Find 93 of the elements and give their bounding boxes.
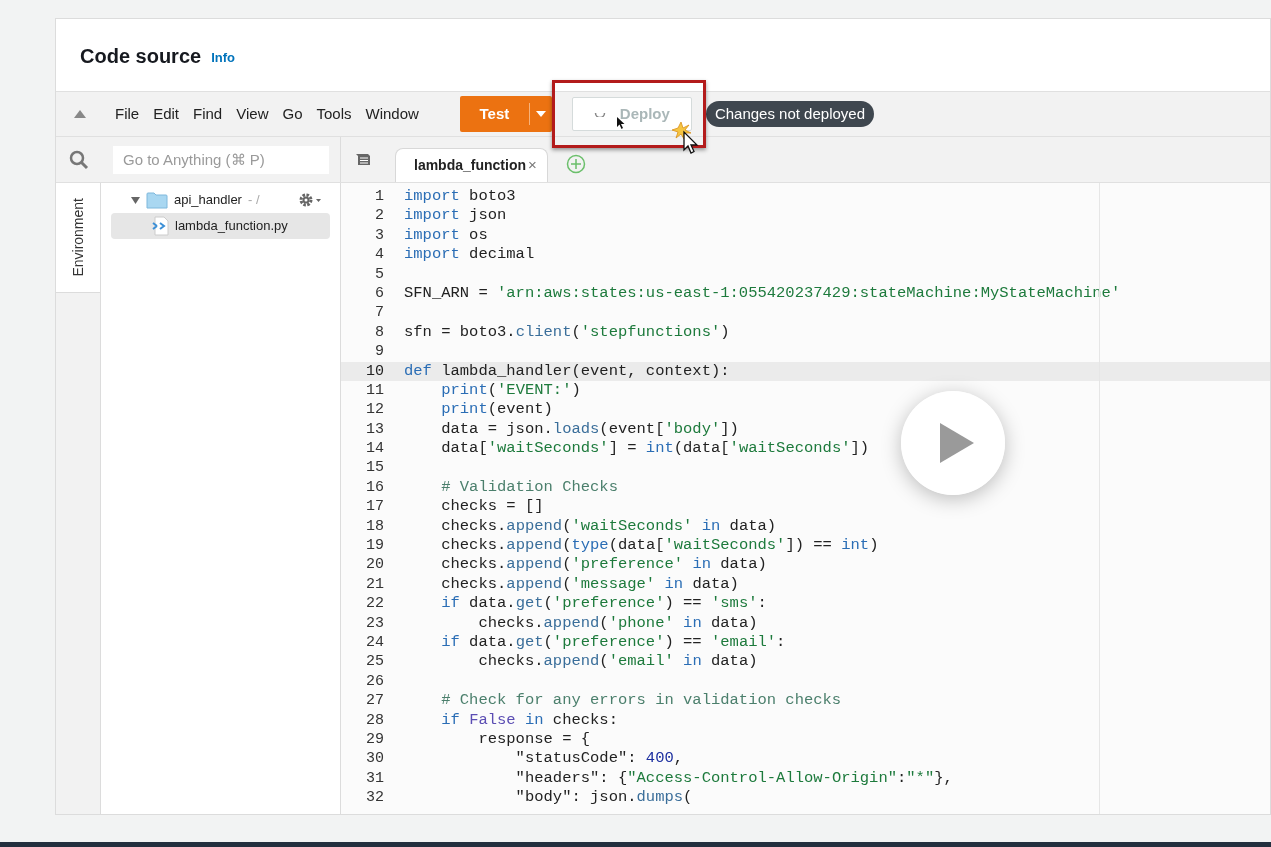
folder-row[interactable]: api_handler - / <box>111 187 330 213</box>
add-tab-icon[interactable] <box>565 154 586 174</box>
code-line: checks.append('preference' in data) <box>440 555 767 575</box>
status-badge: Changes not deployed <box>705 101 874 127</box>
tab-close[interactable]: × <box>528 154 537 177</box>
info-link[interactable]: Info <box>211 48 235 68</box>
line-number: 2 <box>374 206 384 226</box>
code-line: if data.get('preference') == 'sms': <box>440 594 767 614</box>
caret-icon <box>131 196 140 204</box>
code-line: print(event) <box>440 400 553 420</box>
menu-item[interactable]: Go <box>275 102 310 126</box>
line-number: 22 <box>365 594 384 614</box>
code-line: "headers": {"Access-Control-Allow-Origin":"*"}, <box>514 768 953 789</box>
folder-icon <box>146 191 168 209</box>
code-line: print('EVENT:') <box>440 380 581 401</box>
line-number: 18 <box>365 516 384 537</box>
code-line: response = { <box>477 729 591 750</box>
line-number: 27 <box>365 691 384 711</box>
search-icon[interactable] <box>69 149 89 170</box>
line-number: 4 <box>374 245 384 265</box>
line-number: 26 <box>365 671 384 692</box>
code-line: checks.append(type(data['waitSeconds']) == int) <box>440 536 879 556</box>
line-number: 32 <box>365 788 384 808</box>
code-line: "body": json.dumps( <box>514 788 693 808</box>
line-number: 17 <box>365 497 384 517</box>
code-line: data = json.loads(event['body']) <box>440 419 739 440</box>
code-line: checks.append('message' in data) <box>440 574 739 595</box>
line-number: 25 <box>365 652 384 672</box>
code-line: import decimal <box>404 245 535 265</box>
folder-path: - / <box>247 191 260 210</box>
code-line: checks.append('phone' in data) <box>477 613 758 633</box>
side-tab-label: Environment <box>68 198 87 277</box>
folder-name: api_handler <box>174 191 242 210</box>
menu-item[interactable]: Window <box>358 102 426 126</box>
code-line: SFN_ARN = 'arn:aws:states:us-east-1:055420237429:stateMachine:MyStateMachine' <box>404 283 1121 304</box>
line-number: 9 <box>374 342 384 362</box>
menu-item[interactable]: Tools <box>309 102 359 126</box>
line-number: 29 <box>365 729 384 750</box>
line-number: 7 <box>374 303 384 323</box>
line-number: 12 <box>365 400 384 420</box>
play-icon <box>940 423 974 463</box>
line-number: 19 <box>365 536 384 556</box>
menu-item[interactable]: Find <box>186 102 230 126</box>
panel-title: Code source <box>80 44 202 69</box>
code-line: "statusCode": 400, <box>514 749 684 769</box>
line-number: 16 <box>365 477 384 498</box>
line-number: 1 <box>374 187 384 207</box>
side-tab[interactable]: Environment <box>56 183 100 293</box>
line-number: 8 <box>374 322 384 343</box>
menu-item[interactable]: File <box>108 102 147 126</box>
line-number: 6 <box>374 283 384 304</box>
collapse-icon[interactable] <box>74 110 86 118</box>
tab-label: lambda_function <box>414 156 526 175</box>
code-line: sfn = boto3.client('stepfunctions') <box>404 322 730 343</box>
code-line: data['waitSeconds'] = int(data['waitSeconds']) <box>440 439 870 459</box>
code-line: import os <box>404 225 488 246</box>
tab-list-icon[interactable] <box>355 152 371 166</box>
line-number: 13 <box>365 419 384 440</box>
line-number: 23 <box>365 613 384 633</box>
line-number: 14 <box>365 439 384 459</box>
code-line: # Check for any errors in validation checks <box>440 691 842 711</box>
code-editor[interactable] <box>341 183 1270 814</box>
code-line: def lambda_handler(event, context): <box>404 361 730 381</box>
search-field[interactable]: Go to Anything (⌘ P) <box>113 145 329 174</box>
code-line: checks = [] <box>440 497 544 517</box>
line-number: 20 <box>365 555 384 575</box>
line-number: 3 <box>374 225 384 246</box>
code-line: import json <box>404 206 507 226</box>
play-button[interactable] <box>901 391 1005 495</box>
line-number: 31 <box>365 768 384 789</box>
line-number: 10 <box>365 361 384 381</box>
dropdown-caret-icon[interactable] <box>535 111 546 117</box>
line-number: 21 <box>365 574 384 595</box>
line-number: 15 <box>365 458 384 478</box>
editor-tab[interactable]: lambda_function× <box>395 148 548 182</box>
line-number: 11 <box>365 380 384 401</box>
code-line: # Validation Checks <box>440 477 618 498</box>
spinner-icon <box>593 111 606 117</box>
menu-item[interactable]: View <box>229 102 276 126</box>
file-name: lambda_function.py <box>175 217 288 236</box>
line-number: 5 <box>374 264 384 284</box>
line-number: 30 <box>365 749 384 769</box>
code-line: import boto3 <box>404 187 516 207</box>
tree-row[interactable]: lambda_function.py <box>111 213 330 239</box>
line-number: 24 <box>365 633 384 653</box>
line-number: 28 <box>365 710 384 730</box>
code-line: checks.append('email' in data) <box>477 652 758 672</box>
code-line: checks.append('waitSeconds' in data) <box>440 516 777 537</box>
settings-icon[interactable] <box>298 192 322 208</box>
code-line: if False in checks: <box>440 710 618 730</box>
menu-item[interactable]: Edit <box>146 102 187 126</box>
code-line: if data.get('preference') == 'email': <box>440 633 786 653</box>
code-file-icon <box>151 216 169 236</box>
